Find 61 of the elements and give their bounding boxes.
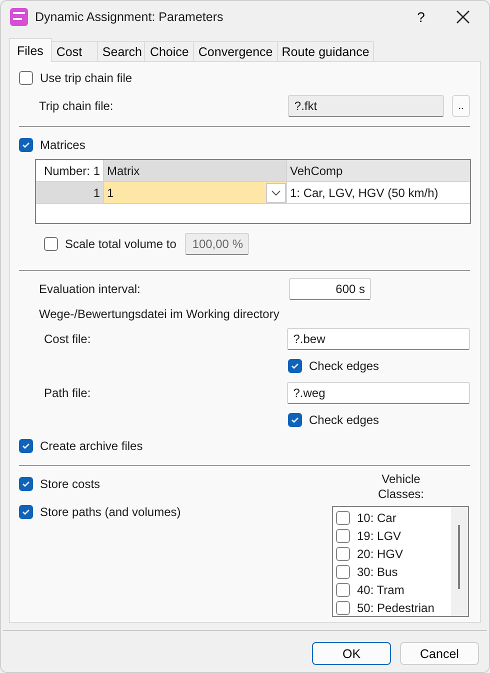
tab[interactable]: Files	[9, 38, 52, 62]
dialog-button[interactable]: OK	[312, 642, 391, 665]
trip-chain-file-field[interactable]: ?.fkt	[288, 95, 444, 117]
checkbox[interactable]	[19, 505, 33, 519]
list-item-label[interactable]: 30: Bus	[357, 565, 398, 579]
file-field[interactable]: ?.bew	[287, 328, 470, 350]
close-icon[interactable]	[456, 10, 470, 24]
checkmark-icon	[290, 415, 300, 425]
checkmark-icon	[21, 140, 31, 150]
list-item-label[interactable]: 20: HGV	[357, 547, 404, 561]
scale-volume-field[interactable]: 100,00 %	[185, 233, 249, 255]
file-field[interactable]: ?.weg	[287, 382, 470, 404]
list-label: Vehicle Classes:	[376, 472, 425, 502]
tab[interactable]: Route guidance	[276, 41, 374, 61]
window-title: Dynamic Assignment: Parameters	[35, 10, 224, 24]
checkbox[interactable]	[336, 565, 350, 579]
app-icon	[10, 8, 28, 26]
checkbox-label: Check edges	[309, 413, 380, 427]
checkmark-icon	[21, 479, 31, 489]
checkbox-label: Create archive files	[40, 439, 143, 453]
field-label: Cost file:	[44, 332, 92, 346]
checkbox[interactable]	[44, 237, 58, 251]
checkbox-label: Store paths (and volumes)	[40, 505, 181, 519]
matrix-dropdown[interactable]: 1	[104, 182, 287, 203]
list-item-label[interactable]: 19: LGV	[357, 529, 402, 543]
checkbox[interactable]	[336, 601, 350, 615]
column-header[interactable]: VehComp	[287, 160, 470, 181]
checkbox-label: Matrices	[40, 138, 86, 152]
checkbox-label: Check edges	[309, 359, 380, 373]
row-number-cell: 1	[36, 182, 104, 203]
checkmark-icon	[21, 441, 31, 451]
checkbox[interactable]	[336, 583, 350, 597]
checkbox[interactable]	[336, 547, 350, 561]
checkbox-label: Scale total volume to	[65, 237, 178, 251]
checkbox-label: Store costs	[40, 477, 100, 491]
dialog-button[interactable]: Cancel	[400, 642, 479, 665]
field-label: Evaluation interval:	[39, 282, 142, 296]
checkbox[interactable]	[19, 477, 33, 491]
field-label: Trip chain file:	[39, 99, 114, 113]
checkmark-icon	[290, 361, 300, 371]
checkbox[interactable]	[336, 511, 350, 525]
table-cell-text: 1: Car, LGV, HGV (50 km/h)	[289, 184, 440, 202]
checkbox[interactable]	[19, 71, 33, 85]
checkbox[interactable]	[288, 359, 302, 373]
column-header[interactable]: Matrix	[104, 160, 287, 181]
browse-button[interactable]: ..	[452, 95, 470, 117]
field-label: Path file:	[44, 386, 92, 400]
help-button[interactable]: ?	[406, 9, 436, 25]
section-heading: Wege-/Bewertungsdatei im Working directory	[39, 307, 280, 321]
list-item-label[interactable]: 10: Car	[357, 511, 396, 525]
list-item-label[interactable]: 40: Tram	[357, 583, 404, 597]
evaluation-interval-field[interactable]: 600 s	[289, 278, 371, 300]
checkbox[interactable]	[336, 529, 350, 543]
checkbox-label: Use trip chain file	[40, 71, 132, 85]
tab[interactable]: Convergence	[193, 41, 278, 61]
checkbox[interactable]	[19, 138, 33, 152]
checkbox[interactable]	[19, 439, 33, 453]
scrollbar[interactable]	[451, 507, 468, 616]
checkbox[interactable]	[288, 413, 302, 427]
checkmark-icon	[21, 507, 31, 517]
list-item-label[interactable]: 50: Pedestrian	[357, 601, 434, 615]
